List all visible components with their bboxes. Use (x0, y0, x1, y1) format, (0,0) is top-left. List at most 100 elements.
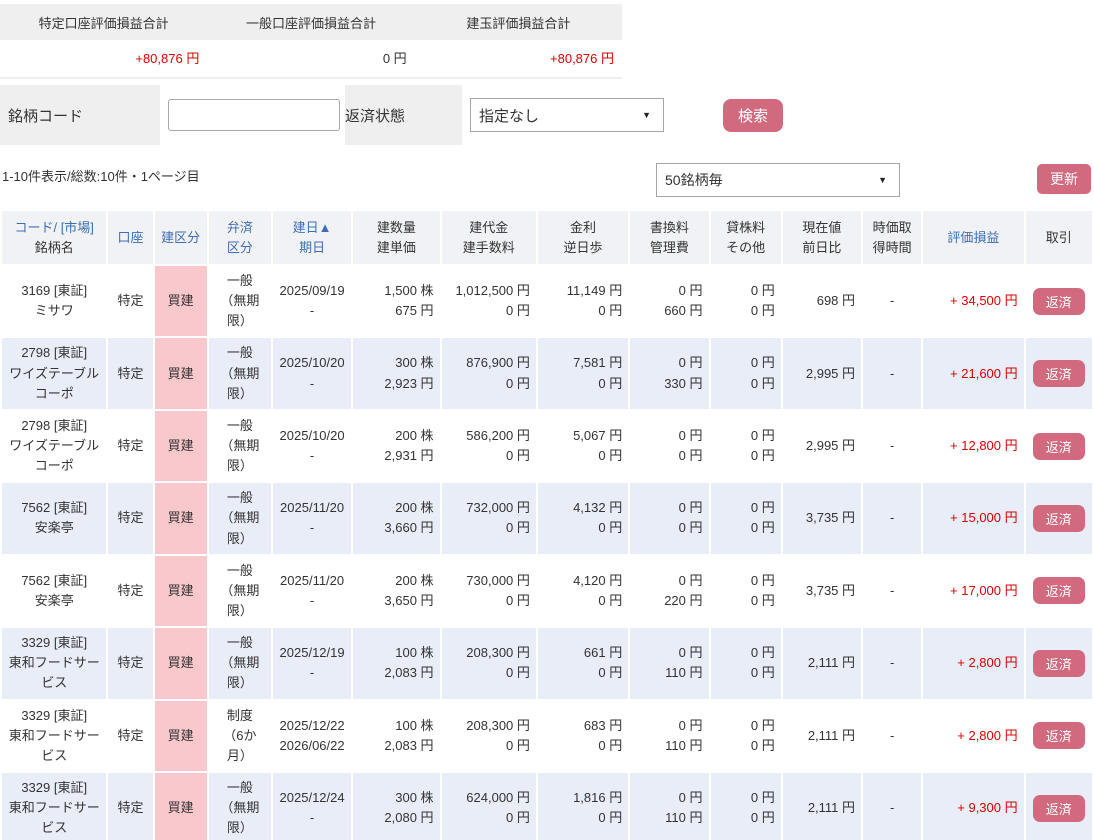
stock-name: ワイズテーブルコーポ (8, 436, 100, 476)
header-line: 区分 (209, 238, 271, 258)
repayment-status-cell: 指定なし ▼ (462, 85, 680, 145)
column-header[interactable]: 建区分 (155, 211, 207, 264)
repayment-period: （無期限） (215, 291, 265, 331)
other-fee: 0 円 (717, 736, 775, 756)
other-fee: 0 円 (717, 518, 775, 538)
repay-button[interactable]: 返済 (1033, 505, 1085, 532)
column-header[interactable]: 弁済区分 (209, 211, 271, 264)
search-button[interactable]: 検索 (723, 99, 783, 132)
refresh-button[interactable]: 更新 (1037, 164, 1091, 194)
rewrite-fee: 0 円 (636, 426, 702, 446)
unit-price: 2,083 円 (359, 663, 433, 683)
column-header[interactable]: 口座 (108, 211, 152, 264)
column-header[interactable]: 建日▲期日 (273, 211, 351, 264)
position-type: 買建 (161, 508, 201, 528)
admin-fee: 220 円 (636, 591, 702, 611)
page-size-selected: 50銘柄毎 (665, 170, 723, 190)
account-type: 特定 (114, 364, 146, 384)
trade-action-cell: 返済 (1026, 773, 1092, 840)
reverse-daily-rate: 0 円 (544, 374, 622, 394)
repay-button[interactable]: 返済 (1033, 650, 1085, 677)
unrealized-pl: + 15,000 円 (929, 508, 1017, 528)
pl-summary-labels: 特定口座評価損益合計 一般口座評価損益合計 建玉評価損益合計 (0, 4, 622, 40)
current-price: 2,995 円 (789, 364, 855, 384)
position-row: 2798 [東証]ワイズテーブルコーポ特定買建一般（無期限）2025/10/20… (2, 411, 1092, 481)
unrealized-pl: + 2,800 円 (929, 726, 1017, 746)
repayment-division: 一般 (215, 633, 265, 653)
filter-bar: 銘柄コード 返済状態 指定なし ▼ 検索 (0, 85, 837, 145)
trade-action-cell: 返済 (1026, 266, 1092, 336)
reverse-daily-rate: 0 円 (544, 591, 622, 611)
commission: 0 円 (448, 736, 530, 756)
quantity: 200 株 (359, 426, 433, 446)
header-line: 建数量 (353, 218, 439, 238)
position-row: 3329 [東証]東和フードサービス特定買建一般（無期限）2025/12/19-… (2, 628, 1092, 698)
stock-lending-fee: 0 円 (717, 788, 775, 808)
repayment-period: （無期限） (215, 364, 265, 404)
repayment-period: （無期限） (215, 436, 265, 476)
position-row: 7562 [東証]安楽亭特定買建一般（無期限）2025/11/20-200 株3… (2, 556, 1092, 626)
unit-price: 2,080 円 (359, 808, 433, 828)
chevron-down-icon: ▼ (642, 110, 651, 120)
unrealized-pl: + 12,800 円 (929, 436, 1017, 456)
other-fee: 0 円 (717, 808, 775, 828)
stock-code-input[interactable] (168, 99, 340, 131)
header-line: 建単価 (353, 238, 439, 258)
repayment-period: （無期限） (215, 581, 265, 621)
admin-fee: 0 円 (636, 518, 702, 538)
stock-code: 2798 [東証] (8, 416, 100, 436)
repay-button[interactable]: 返済 (1033, 795, 1085, 822)
current-price: 698 円 (789, 291, 855, 311)
page-size-select[interactable]: 50銘柄毎 ▼ (656, 163, 900, 197)
current-price: 3,735 円 (789, 508, 855, 528)
stock-name: 東和フードサービス (8, 653, 100, 693)
quantity: 200 株 (359, 571, 433, 591)
unrealized-pl: + 21,600 円 (929, 364, 1017, 384)
column-header[interactable]: 評価損益 (923, 211, 1023, 264)
open-date: 2025/12/24 (279, 788, 345, 808)
price-time: - (869, 581, 915, 601)
repay-button[interactable]: 返済 (1033, 433, 1085, 460)
unit-price: 3,650 円 (359, 591, 433, 611)
rewrite-fee: 0 円 (636, 716, 702, 736)
rewrite-fee: 0 円 (636, 281, 702, 301)
header-line: 現在値 (783, 218, 861, 238)
quantity: 200 株 (359, 498, 433, 518)
admin-fee: 110 円 (636, 808, 702, 828)
position-type: 買建 (161, 364, 201, 384)
repay-button[interactable]: 返済 (1033, 360, 1085, 387)
amount: 208,300 円 (448, 643, 530, 663)
rewrite-fee: 0 円 (636, 571, 702, 591)
stock-name: 安楽亭 (8, 518, 100, 538)
admin-fee: 110 円 (636, 736, 702, 756)
repay-button[interactable]: 返済 (1033, 577, 1085, 604)
interest: 7,581 円 (544, 353, 622, 373)
repay-button[interactable]: 返済 (1033, 722, 1085, 749)
due-date: - (279, 808, 345, 828)
stock-lending-fee: 0 円 (717, 426, 775, 446)
quantity: 100 株 (359, 716, 433, 736)
repayment-status-selected: 指定なし (479, 105, 539, 126)
current-price: 3,735 円 (789, 581, 855, 601)
unit-price: 2,083 円 (359, 736, 433, 756)
column-header[interactable]: コード/ [市場]銘柄名 (2, 211, 106, 264)
due-date: - (279, 446, 345, 466)
other-fee: 0 円 (717, 374, 775, 394)
repayment-division: 一般 (215, 488, 265, 508)
header-line: その他 (711, 238, 781, 258)
other-fee: 0 円 (717, 591, 775, 611)
repay-button[interactable]: 返済 (1033, 288, 1085, 315)
due-date: - (279, 518, 345, 538)
position-type: 買建 (161, 581, 201, 601)
rewrite-fee: 0 円 (636, 643, 702, 663)
account-type: 特定 (114, 798, 146, 818)
stock-lending-fee: 0 円 (717, 281, 775, 301)
open-date: 2025/12/22 (279, 716, 345, 736)
reverse-daily-rate: 0 円 (544, 301, 622, 321)
header-line: 金利 (538, 218, 628, 238)
unit-price: 2,923 円 (359, 374, 433, 394)
rewrite-fee: 0 円 (636, 788, 702, 808)
price-time: - (869, 291, 915, 311)
repayment-status-select[interactable]: 指定なし ▼ (470, 98, 664, 132)
commission: 0 円 (448, 301, 530, 321)
